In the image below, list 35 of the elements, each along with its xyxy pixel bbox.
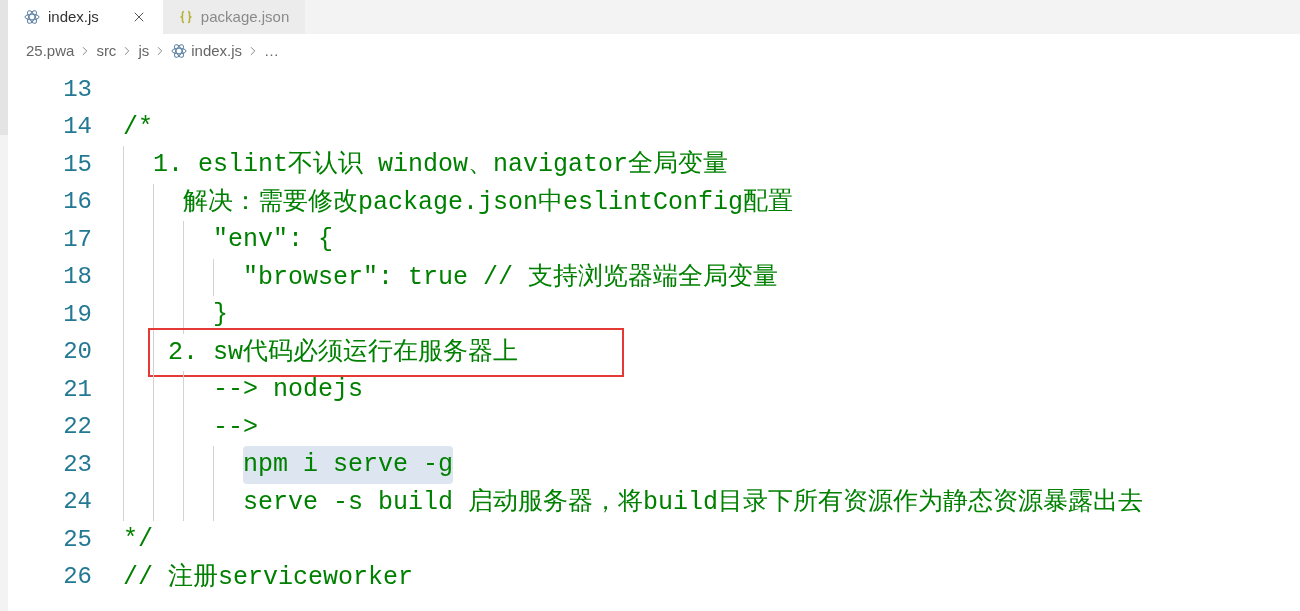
atom-icon xyxy=(24,9,40,25)
breadcrumb-item[interactable]: src xyxy=(96,39,117,63)
code-text: serve -s build 启动服务器，将build目录下所有资源作为静态资源暴露出去 xyxy=(243,486,1144,519)
code-text: npm i serve -g xyxy=(243,446,454,484)
line-number: 26 xyxy=(62,562,92,593)
code-text: --> xyxy=(213,411,258,444)
code-text: */ xyxy=(123,524,153,556)
line-number: 20 xyxy=(62,337,92,368)
line-number: 24 xyxy=(62,487,92,518)
code-text: 1. eslint不认识 window、navigator全局变量 xyxy=(153,149,729,181)
line-number: 13 xyxy=(62,74,92,105)
line-number: 16 xyxy=(62,187,92,218)
line-number: 18 xyxy=(62,262,92,293)
line-number: 19 xyxy=(62,299,92,330)
line-number: 23 xyxy=(62,449,92,480)
code-text: /* xyxy=(123,111,153,144)
code-text: 解决：需要修改package.json中eslintConfig配置 xyxy=(183,186,794,219)
breadcrumb-item[interactable]: … xyxy=(264,39,280,63)
line-number: 15 xyxy=(62,149,92,180)
line-number: 21 xyxy=(62,374,92,405)
code-text: "browser": true // 支持浏览器端全局变量 xyxy=(243,261,779,294)
braces-icon xyxy=(178,10,193,24)
breadcrumb-item[interactable]: 25.pwa xyxy=(26,39,75,63)
code-text: // 注册serviceworker xyxy=(123,561,414,594)
line-number: 17 xyxy=(62,224,92,255)
code-text: "env": { xyxy=(213,224,334,256)
breadcrumb-item[interactable]: index.js xyxy=(171,39,243,63)
code-text: 2. sw代码必须运行在服务器上 xyxy=(148,327,624,377)
line-number: 14 xyxy=(62,112,92,143)
code-text: --> nodejs xyxy=(213,374,364,406)
line-number: 22 xyxy=(62,412,92,443)
editor-tab[interactable]: index.js xyxy=(8,0,163,34)
line-number: 25 xyxy=(62,524,92,555)
atom-icon xyxy=(171,43,188,59)
breadcrumb-item[interactable]: js xyxy=(138,39,150,63)
